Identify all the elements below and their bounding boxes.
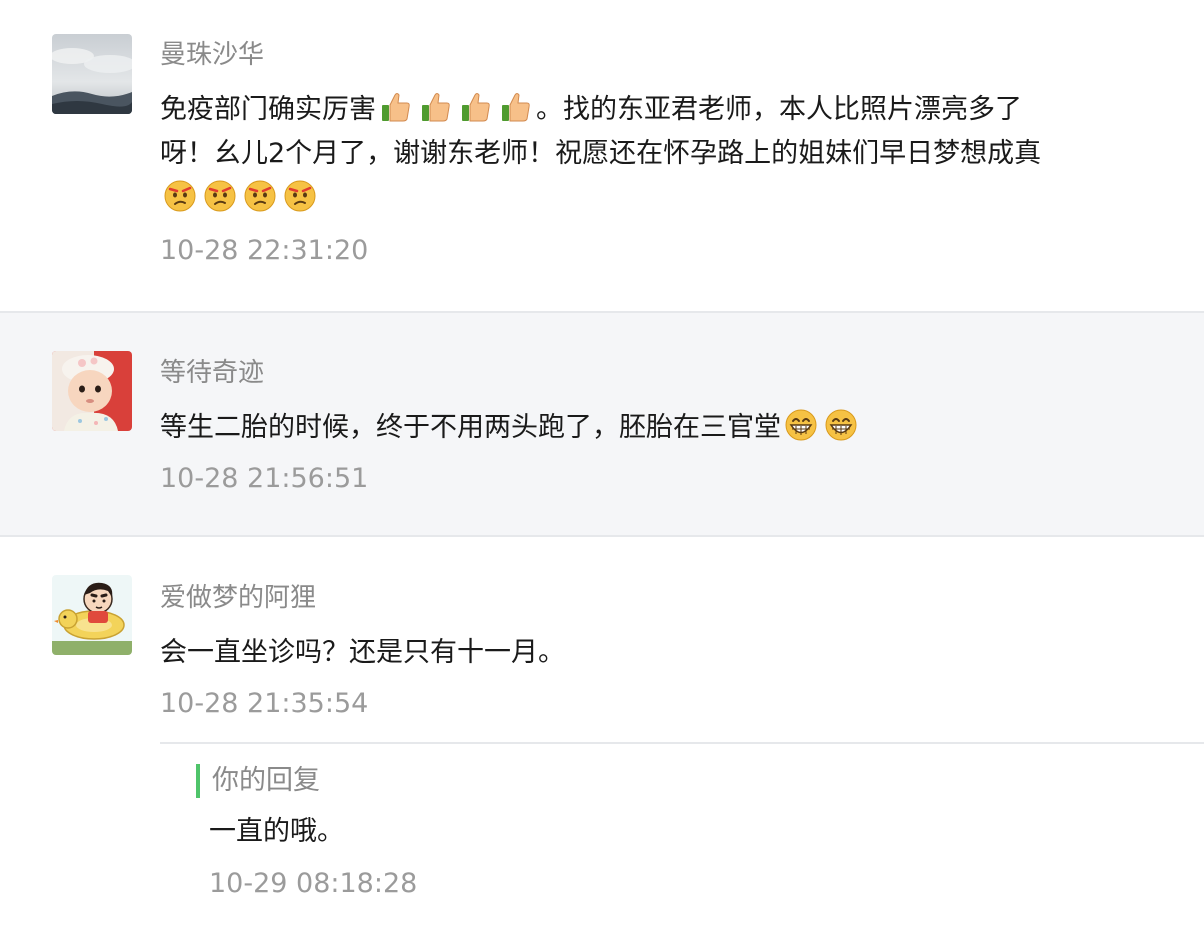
frown-face-icon bbox=[283, 178, 317, 212]
cartoon-avatar-image bbox=[52, 575, 132, 655]
thumbs-up-icon bbox=[379, 90, 413, 124]
comment-item: 爱做梦的阿狸 会一直坐诊吗？还是只有十一月。 10-28 21:35:54 你的… bbox=[0, 537, 1204, 936]
comment-item: 曼珠沙华 免疫部门确实厉害 。找的东亚君老师，本人比照片漂亮多了呀！幺儿2个月了，… bbox=[0, 0, 1204, 311]
reply-text: 一直的哦。 bbox=[209, 816, 344, 847]
baby-avatar-image bbox=[52, 351, 132, 431]
frown-face-icon bbox=[203, 178, 237, 212]
reply-divider bbox=[160, 742, 1204, 744]
reply-timestamp: 10-29 08:18:28 bbox=[209, 868, 418, 899]
nickname[interactable]: 等待奇迹 bbox=[160, 356, 264, 390]
grin-face-icon bbox=[824, 408, 858, 442]
avatar[interactable] bbox=[52, 575, 132, 655]
frown-face-icon bbox=[243, 178, 277, 212]
comment-text: 等生二胎的时候，终于不用两头跑了，胚胎在三官堂 bbox=[160, 406, 1060, 450]
comment-text-part: 免疫部门确实厉害 bbox=[160, 94, 376, 125]
nickname[interactable]: 爱做梦的阿狸 bbox=[160, 581, 316, 615]
comment-text-part: 等生二胎的时候，终于不用两头跑了，胚胎在三官堂 bbox=[160, 412, 781, 443]
thumbs-up-icon bbox=[459, 90, 493, 124]
comment-item: 等待奇迹 等生二胎的时候，终于不用两头跑了，胚胎在三官堂 10-28 21:56… bbox=[0, 311, 1204, 537]
timestamp: 10-28 21:35:54 bbox=[160, 688, 369, 719]
landscape-avatar-image bbox=[52, 34, 132, 114]
frown-face-icon bbox=[163, 178, 197, 212]
comment-text: 免疫部门确实厉害 。找的东亚君老师，本人比照片漂亮多了呀！幺儿2个月了，谢谢东老师… bbox=[160, 88, 1060, 220]
nickname[interactable]: 曼珠沙华 bbox=[160, 38, 264, 72]
comment-text: 会一直坐诊吗？还是只有十一月。 bbox=[160, 637, 565, 668]
thumbs-up-icon bbox=[499, 90, 533, 124]
timestamp: 10-28 22:31:20 bbox=[160, 235, 369, 266]
avatar[interactable] bbox=[52, 34, 132, 114]
timestamp: 10-28 21:56:51 bbox=[160, 463, 369, 494]
reply-label: 你的回复 bbox=[196, 764, 320, 798]
grin-face-icon bbox=[784, 408, 818, 442]
avatar[interactable] bbox=[52, 351, 132, 431]
thumbs-up-icon bbox=[419, 90, 453, 124]
